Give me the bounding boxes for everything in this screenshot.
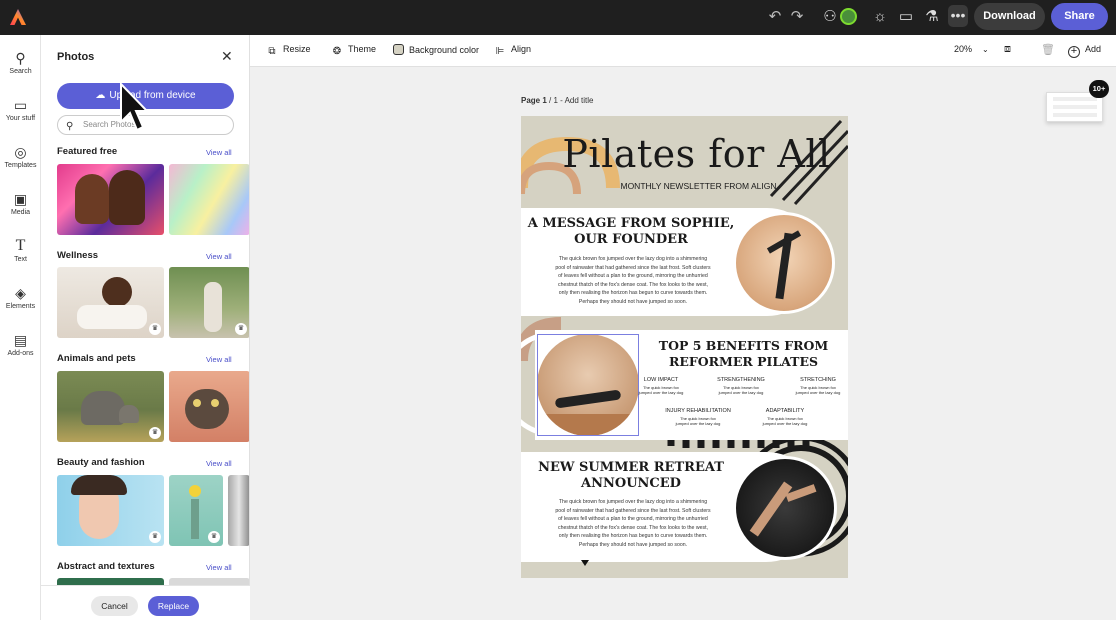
resize-tool[interactable]: ⧉ Resize [266, 44, 310, 58]
rail-item-your-stuff[interactable]: ▭ Your stuff [0, 96, 41, 122]
rail-item-text[interactable]: T Text [0, 237, 41, 263]
photo-yoga-standing[interactable] [733, 212, 835, 314]
close-icon[interactable]: ✕ [221, 48, 233, 65]
undo-icon[interactable]: ↶ [767, 9, 783, 25]
section-title: Animals and pets [57, 353, 136, 364]
avatar[interactable] [840, 8, 857, 25]
align-tool[interactable]: ⊫ Align [494, 44, 531, 58]
align-icon: ⊫ [495, 46, 505, 57]
section-heading[interactable]: TOP 5 BENEFITS FROM REFORMER PILATES [639, 338, 848, 370]
background-color-icon [393, 44, 404, 55]
photo-thumbnail[interactable]: ♛ [169, 475, 223, 546]
cloud-upload-icon: ☁ [95, 90, 106, 101]
redo-icon[interactable]: ↷ [789, 9, 805, 25]
download-button[interactable]: Download [974, 3, 1045, 30]
photo-thumbnail[interactable] [169, 164, 249, 235]
section-title: Featured free [57, 146, 118, 157]
premium-crown-icon: ♛ [235, 323, 247, 335]
newsletter-title[interactable]: Pilates for All [521, 132, 848, 176]
plus-circle-icon: + [1068, 46, 1080, 58]
benefit-item[interactable]: ADAPTABILITY The quick brown fox jumped ov… [755, 408, 815, 426]
section-title: Wellness [57, 250, 99, 261]
photo-dancer[interactable] [733, 456, 837, 560]
trash-icon[interactable]: 🗑 [1041, 43, 1055, 56]
more-options-button[interactable]: ••• [948, 5, 968, 27]
collaborators-icon[interactable]: ⚇ [822, 9, 838, 25]
benefit-item[interactable]: INJURY REHABILITATION The quick brown fox… [661, 408, 735, 426]
chevron-down-icon: ⌄ [982, 45, 989, 54]
elements-icon: ◈ [15, 285, 26, 301]
selection-frame[interactable] [537, 334, 639, 436]
panel-title: Photos [57, 51, 95, 63]
templates-icon: ◎ [14, 144, 27, 160]
benefit-item[interactable]: STRENGTHENING The quick brown fox jumped o… [711, 377, 771, 395]
photo-thumbnail[interactable]: ♛ [169, 267, 249, 338]
section-title: Abstract and textures [57, 561, 155, 572]
top-bar: ↶ ↷ ⚇ ☼ ▭ ⚗ ••• Download Share [0, 0, 1116, 35]
photo-thumbnail[interactable]: ♛ [57, 267, 164, 338]
section-body[interactable]: The quick brown fox jumped over the lazy… [535, 255, 731, 307]
zoom-select[interactable]: 20% ⌄ [954, 44, 989, 54]
share-button[interactable]: Share [1051, 3, 1108, 30]
rail-item-elements[interactable]: ◈ Elements [0, 284, 41, 310]
section-title: Beauty and fashion [57, 457, 145, 468]
search-icon: ⚲ [15, 50, 26, 66]
newsletter-page[interactable]: Pilates for All MONTHLY NEWSLETTER FROM … [521, 116, 848, 578]
premium-crown-icon: ♛ [149, 531, 161, 543]
view-all-link[interactable]: View all [206, 563, 232, 572]
photo-thumbnail[interactable]: ♛ [57, 475, 164, 546]
rail-item-media[interactable]: ▣ Media [0, 190, 41, 216]
pages-icon[interactable]: ⧈ [1004, 43, 1011, 56]
premium-crown-icon: ♛ [149, 427, 161, 439]
canvas-toolbar: ⧉ Resize ❂ Theme Background color ⊫ Align 2… [250, 35, 1116, 67]
replace-button[interactable]: Replace [148, 596, 199, 616]
adobe-express-logo[interactable] [9, 8, 27, 26]
newsletter-subtitle[interactable]: MONTHLY NEWSLETTER FROM ALIGN [521, 181, 848, 191]
benefit-item[interactable]: LOW IMPACT The quick brown fox jumped over… [636, 377, 686, 395]
rail-item-search[interactable]: ⚲ Search [0, 49, 41, 75]
media-icon: ▣ [13, 191, 28, 207]
photo-thumbnail[interactable] [169, 371, 249, 442]
text-icon: T [15, 237, 26, 254]
notification-badge[interactable]: 10+ [1089, 80, 1109, 98]
arrow-marker [581, 560, 589, 566]
flask-icon[interactable]: ⚗ [924, 9, 940, 25]
benefit-item[interactable]: STRETCHING The quick brown fox jumped over… [789, 377, 847, 395]
theme-tool[interactable]: ❂ Theme [331, 44, 376, 58]
photo-thumbnail[interactable] [57, 164, 164, 235]
lightbulb-icon[interactable]: ☼ [872, 9, 888, 25]
view-all-link[interactable]: View all [206, 355, 232, 364]
section-body[interactable]: The quick brown fox jumped over the lazy… [535, 498, 731, 550]
rail-item-templates[interactable]: ◎ Templates [0, 143, 41, 169]
view-all-link[interactable]: View all [206, 459, 232, 468]
addons-icon: ▤ [13, 332, 28, 348]
comment-icon[interactable]: ▭ [898, 9, 914, 25]
search-icon: ⚲ [66, 121, 74, 132]
cancel-button[interactable]: Cancel [91, 596, 138, 616]
photo-thumbnail[interactable]: ♛ [57, 371, 164, 442]
resize-icon: ⧉ [268, 46, 276, 57]
view-all-link[interactable]: View all [206, 148, 232, 157]
mouse-cursor-icon [120, 82, 148, 132]
premium-crown-icon: ♛ [208, 531, 220, 543]
background-color-tool[interactable]: Background color [393, 44, 479, 55]
panel-footer: Cancel Replace [41, 585, 250, 620]
page-label[interactable]: Page 1 / 1 - Add title [521, 96, 594, 105]
view-all-link[interactable]: View all [206, 252, 232, 261]
photo-thumbnail[interactable] [228, 475, 249, 546]
section-heading[interactable]: A MESSAGE FROM SOPHIE, OUR FOUNDER [521, 216, 741, 248]
add-tool[interactable]: + Add [1068, 44, 1101, 58]
theme-icon: ❂ [332, 46, 342, 57]
premium-crown-icon: ♛ [149, 323, 161, 335]
left-rail: ⚲ Search ▭ Your stuff ◎ Templates ▣ Medi… [0, 35, 41, 620]
section-heading[interactable]: NEW SUMMER RETREAT ANNOUNCED [521, 460, 741, 492]
rail-item-addons[interactable]: ▤ Add-ons [0, 331, 41, 357]
folder-icon: ▭ [13, 97, 28, 113]
